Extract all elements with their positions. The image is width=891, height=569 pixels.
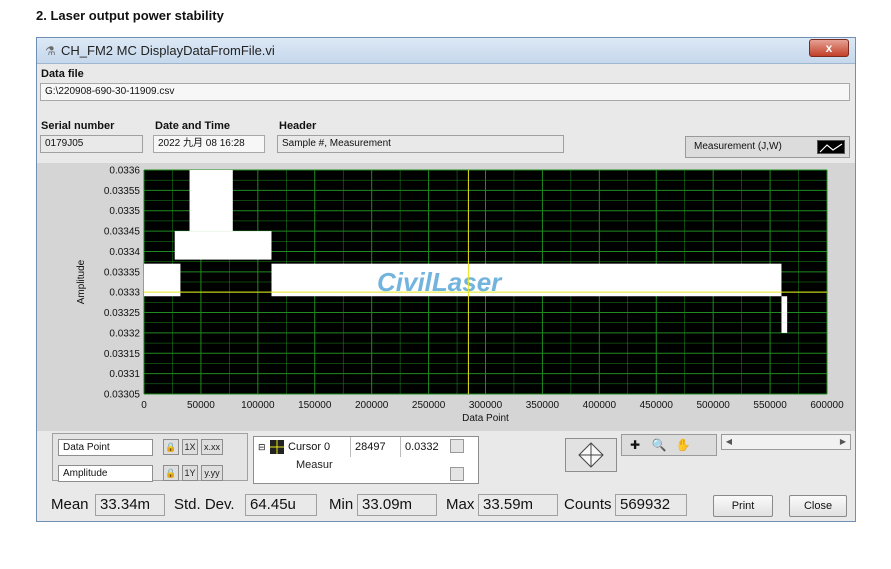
x-tick-label: 300000 <box>469 400 503 411</box>
pan-hand-icon[interactable]: ✋ <box>674 437 692 453</box>
scroll-left-icon[interactable]: ◀ <box>722 435 736 449</box>
std-dev-label: Std. Dev. <box>174 496 235 513</box>
min-value: 33.09m <box>357 494 437 516</box>
graph-scrollbar[interactable]: ◀ ▶ <box>721 434 851 450</box>
x-tick-label: 50000 <box>187 400 215 411</box>
x-axis-name-field[interactable]: Data Point <box>58 439 153 456</box>
x-tick-label: 100000 <box>241 400 275 411</box>
serial-number-field[interactable]: 0179J05 <box>40 135 143 153</box>
x-tick-label: 500000 <box>696 400 730 411</box>
y-tick-label: 0.03335 <box>104 267 141 278</box>
y-tick-label: 0.0333 <box>109 288 140 299</box>
document-heading: 2. Laser output power stability <box>36 8 224 23</box>
cursor-x-value[interactable]: 28497 <box>350 437 398 457</box>
x-tick-label: 150000 <box>298 400 332 411</box>
y-axis-name-field[interactable]: Amplitude <box>58 465 153 482</box>
cursor-list-scroll-down[interactable] <box>450 467 464 481</box>
serial-number-label: Serial number <box>41 120 115 132</box>
y-tick-label: 0.0336 <box>109 166 140 177</box>
y-tick-label: 0.03345 <box>104 227 141 238</box>
x-autoscale-button[interactable]: 1X <box>182 439 198 455</box>
collapse-icon[interactable]: ⊟ <box>258 442 266 453</box>
graph-palette: ✚ 🔍 ✋ <box>621 434 717 456</box>
waveform-chart[interactable]: CivilLaser0 50000 100000 150000 200000 250000… <box>37 163 855 431</box>
series-band <box>189 170 233 232</box>
series-band <box>271 263 782 297</box>
y-tick-label: 0.0332 <box>109 328 140 339</box>
zoom-tool-icon[interactable]: 🔍 <box>650 437 668 453</box>
y-tick-label: 0.0331 <box>109 369 140 380</box>
date-time-field[interactable]: 2022 九月 08 16:28 <box>153 135 265 153</box>
legend-label: Measurement (J,W) <box>694 141 782 152</box>
print-button[interactable]: Print <box>713 495 773 517</box>
x-tick-label: 400000 <box>583 400 617 411</box>
window-title: CH_FM2 MC DisplayDataFromFile.vi <box>61 43 275 58</box>
x-tick-label: 600000 <box>810 400 844 411</box>
header-field[interactable]: Sample #, Measurement <box>277 135 564 153</box>
y-lock-icon[interactable]: 🔒 <box>163 465 179 481</box>
title-bar[interactable]: ⚗ CH_FM2 MC DisplayDataFromFile.vi x <box>37 38 855 64</box>
legend-swatch-icon <box>817 140 845 154</box>
close-button[interactable]: Close <box>789 495 847 517</box>
x-tick-label: 550000 <box>753 400 787 411</box>
data-file-field[interactable]: G:\220908-690-30-11909.csv <box>40 83 850 101</box>
y-tick-label: 0.0335 <box>109 206 140 217</box>
cursor-name: Cursor 0 <box>288 441 331 453</box>
y-format-button[interactable]: y.yy <box>201 465 223 481</box>
date-time-label: Date and Time <box>155 120 230 132</box>
x-tick-label: 250000 <box>412 400 446 411</box>
x-tick-label: 0 <box>141 400 147 411</box>
diamond-arrows-icon <box>578 442 604 468</box>
plot-legend[interactable]: Measurement (J,W) <box>685 136 850 158</box>
series-band <box>144 263 181 297</box>
mean-label: Mean <box>51 496 89 513</box>
waveform-graph[interactable]: CivilLaser 0 50000 100000 150000 200000 250000… <box>37 163 855 431</box>
y-tick-label: 0.03325 <box>104 308 141 319</box>
max-label: Max <box>446 496 475 513</box>
x-axis-label: Data Point <box>462 413 509 424</box>
mean-value: 33.34m <box>95 494 165 516</box>
labview-window: ⚗ CH_FM2 MC DisplayDataFromFile.vi x Dat… <box>36 37 856 522</box>
std-dev-value: 64.45u <box>245 494 317 516</box>
cursor-y-value[interactable]: 0.0332 <box>400 437 450 457</box>
x-lock-icon[interactable]: 🔒 <box>163 439 179 455</box>
data-file-label: Data file <box>41 68 84 80</box>
series-band <box>781 296 788 333</box>
window-close-button[interactable]: x <box>809 39 849 57</box>
cursor-plot-name: Measur <box>296 459 333 471</box>
app-icon: ⚗ <box>45 44 56 58</box>
y-tick-label: 0.0334 <box>109 247 140 258</box>
y-autoscale-button[interactable]: 1Y <box>182 465 198 481</box>
y-axis-label: Amplitude <box>76 259 87 304</box>
counts-value: 569932 <box>615 494 687 516</box>
x-tick-label: 350000 <box>526 400 560 411</box>
y-tick-label: 0.03315 <box>104 349 141 360</box>
cursor-crosshair-icon <box>270 440 284 454</box>
cursor-move-button[interactable] <box>565 438 617 472</box>
cursor-list-scroll-up[interactable] <box>450 439 464 453</box>
x-tick-label: 450000 <box>640 400 674 411</box>
x-tick-label: 200000 <box>355 400 389 411</box>
cursor-legend[interactable]: ⊟ Cursor 0 28497 0.0332 Measur <box>253 436 479 484</box>
y-tick-label: 0.03305 <box>104 390 141 401</box>
scroll-right-icon[interactable]: ▶ <box>836 435 850 449</box>
x-format-button[interactable]: x.xx <box>201 439 223 455</box>
y-tick-label: 0.03355 <box>104 186 141 197</box>
max-value: 33.59m <box>478 494 558 516</box>
min-label: Min <box>329 496 354 513</box>
header-label: Header <box>279 120 317 132</box>
counts-label: Counts <box>564 496 612 513</box>
crosshair-tool-icon[interactable]: ✚ <box>626 437 644 453</box>
series-band <box>174 231 272 260</box>
